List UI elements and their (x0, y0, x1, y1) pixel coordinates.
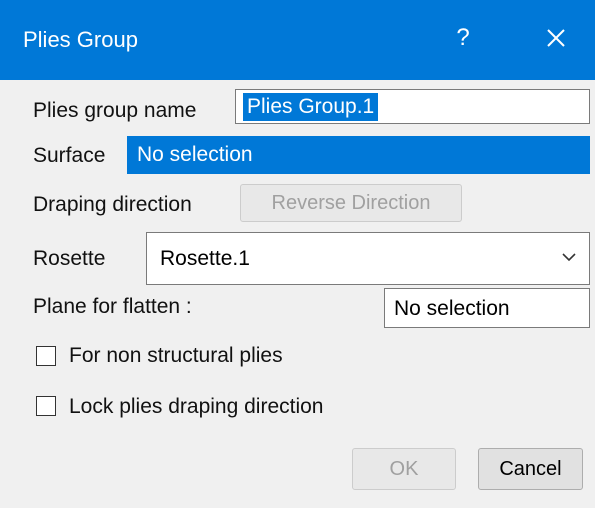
help-button[interactable]: ? (443, 18, 483, 58)
plane-for-flatten-selector[interactable]: No selection (384, 288, 590, 328)
chevron-down-icon (562, 253, 576, 262)
close-button[interactable] (536, 18, 576, 58)
surface-selector[interactable]: No selection (127, 136, 590, 174)
plane-for-flatten-label: Plane for flatten : (33, 295, 192, 318)
non-structural-label: For non structural plies (69, 344, 283, 367)
draping-direction-label: Draping direction (33, 193, 192, 216)
group-name-value: Plies Group.1 (243, 93, 379, 121)
plies-group-dialog: Plies Group ? Plies group name Plies Gro… (0, 0, 595, 508)
title-bar: Plies Group ? (0, 0, 595, 80)
rosette-value: Rosette.1 (160, 247, 250, 270)
ok-button[interactable]: OK (352, 448, 456, 490)
non-structural-checkbox[interactable] (36, 346, 56, 366)
group-name-input[interactable]: Plies Group.1 (235, 89, 590, 124)
close-icon (547, 29, 565, 47)
cancel-button[interactable]: Cancel (478, 448, 583, 490)
lock-draping-checkbox[interactable] (36, 396, 56, 416)
group-name-label: Plies group name (33, 99, 197, 122)
lock-draping-label: Lock plies draping direction (69, 395, 324, 418)
rosette-label: Rosette (33, 247, 106, 270)
plane-for-flatten-value: No selection (394, 297, 510, 320)
window-title: Plies Group (23, 27, 138, 52)
surface-value: No selection (137, 143, 253, 166)
rosette-dropdown[interactable]: Rosette.1 (146, 232, 590, 285)
surface-label: Surface (33, 144, 106, 167)
reverse-direction-button[interactable]: Reverse Direction (240, 184, 462, 222)
